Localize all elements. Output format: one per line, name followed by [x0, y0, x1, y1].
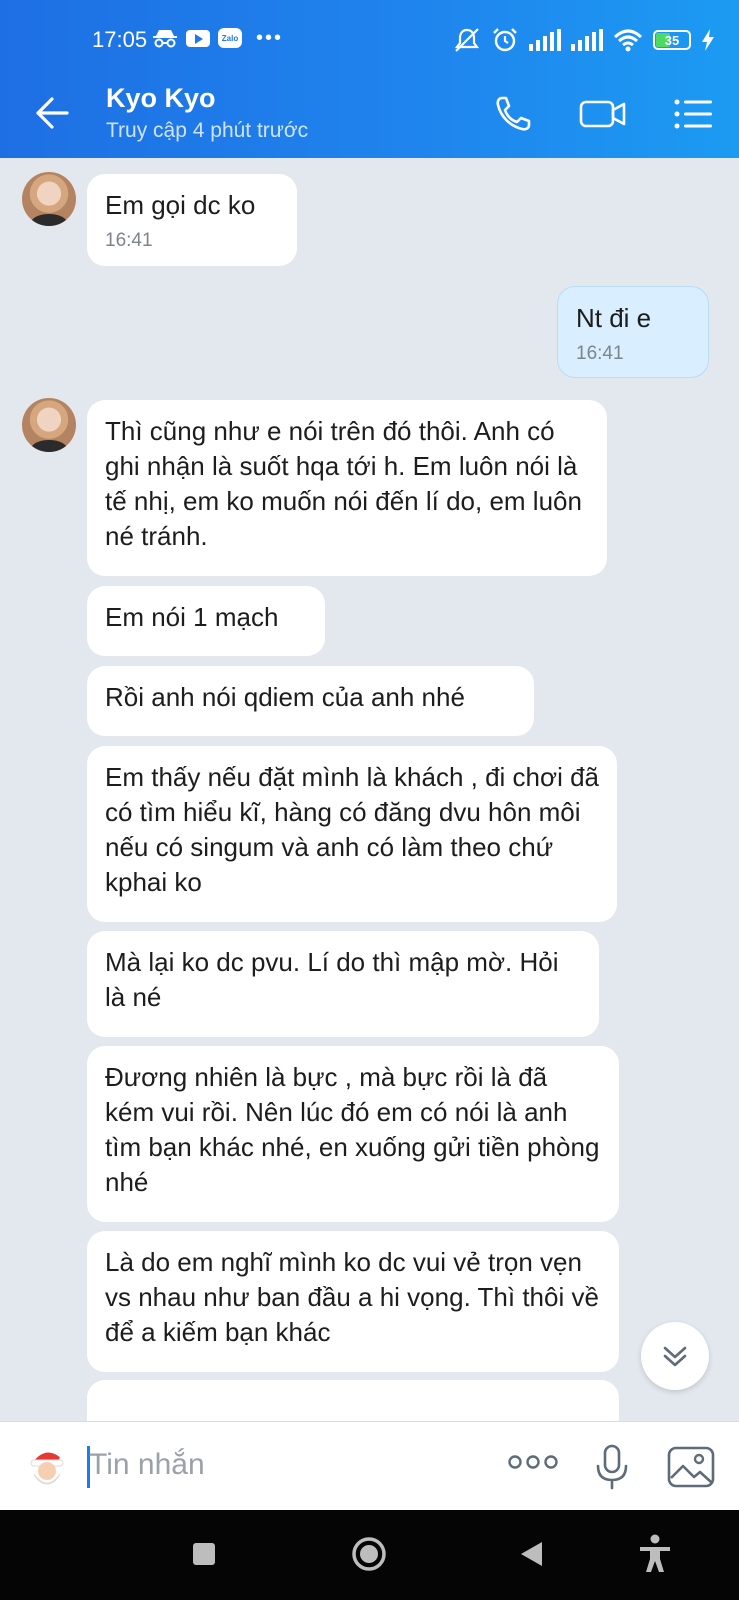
incognito-icon: [153, 30, 177, 48]
charging-icon: [702, 29, 714, 51]
accessibility-icon[interactable]: [638, 1534, 672, 1574]
chat-header: Kyo Kyo Truy cập 4 phút trước: [0, 69, 739, 158]
message-outgoing[interactable]: Nt đi e 16:41: [557, 286, 709, 378]
message-incoming-partial[interactable]: [87, 1380, 619, 1421]
battery-icon: 35: [653, 30, 691, 50]
message-text: Là do em nghĩ mình ko dc vui vẻ trọn vẹn…: [105, 1247, 599, 1347]
alarm-icon: [493, 28, 517, 52]
mic-icon[interactable]: [592, 1444, 632, 1490]
message-incoming[interactable]: Em thấy nếu đặt mình là khách , đi chơi …: [87, 746, 617, 922]
wifi-icon: [613, 29, 643, 52]
message-text: Em thấy nếu đặt mình là khách , đi chơi …: [105, 762, 599, 897]
message-time: 16:41: [576, 343, 624, 364]
message-incoming[interactable]: Rồi anh nói qdiem của anh nhé: [87, 666, 534, 736]
message-text: Em gọi dc ko: [105, 190, 256, 220]
message-text: Rồi anh nói qdiem của anh nhé: [105, 682, 465, 712]
contact-name[interactable]: Kyo Kyo: [106, 83, 216, 114]
message-incoming[interactable]: Mà lại ko dc pvu. Lí do thì mập mờ. Hỏi …: [87, 931, 599, 1037]
message-incoming[interactable]: Đương nhiên là bực , mà bực rồi là đã ké…: [87, 1046, 619, 1222]
message-incoming[interactable]: Là do em nghĩ mình ko dc vui vẻ trọn vẹn…: [87, 1231, 619, 1372]
message-text: Mà lại ko dc pvu. Lí do thì mập mờ. Hỏi …: [105, 947, 559, 1012]
chevron-double-down-icon: [663, 1346, 687, 1367]
battery-level: 35: [664, 32, 680, 48]
avatar[interactable]: [22, 398, 76, 452]
contact-last-seen: Truy cập 4 phút trước: [106, 119, 309, 142]
composer-bar: Tin nhắn: [0, 1421, 739, 1510]
message-incoming[interactable]: Em gọi dc ko 16:41: [87, 174, 297, 266]
sticker-icon[interactable]: [25, 1444, 71, 1490]
signal-icon: [571, 29, 603, 51]
system-nav-bar: [0, 1510, 739, 1600]
zalo-icon: Zalo: [218, 28, 242, 48]
recents-icon[interactable]: [192, 1542, 216, 1566]
more-notifications-icon: •••: [256, 27, 284, 49]
signal-icon: [529, 29, 561, 51]
status-bar: 17:05 Zalo ••• 35: [0, 0, 739, 69]
phone-icon[interactable]: [492, 93, 534, 135]
message-text: Nt đi e: [576, 303, 652, 333]
message-incoming[interactable]: Thì cũng như e nói trên đó thôi. Anh có …: [87, 400, 607, 576]
status-time: 17:05: [92, 27, 148, 52]
silent-icon: [454, 28, 480, 52]
gallery-icon[interactable]: [667, 1446, 715, 1488]
youtube-icon: [186, 29, 210, 47]
avatar[interactable]: [22, 172, 76, 226]
back-icon[interactable]: [518, 1540, 544, 1568]
scroll-to-bottom-button[interactable]: [641, 1322, 709, 1390]
message-text: Đương nhiên là bực , mà bực rồi là đã ké…: [105, 1062, 600, 1197]
message-time: 16:41: [105, 230, 153, 251]
message-list[interactable]: Em gọi dc ko 16:41 Nt đi e 16:41 Thì cũn…: [0, 158, 739, 1421]
message-incoming[interactable]: Em nói 1 mạch: [87, 586, 325, 656]
message-input[interactable]: Tin nhắn: [89, 1448, 205, 1482]
back-arrow-icon[interactable]: [34, 95, 70, 131]
video-call-icon[interactable]: [578, 93, 628, 135]
message-text: Em nói 1 mạch: [105, 602, 279, 632]
home-icon[interactable]: [351, 1536, 387, 1572]
more-icon[interactable]: [508, 1454, 558, 1470]
menu-list-icon[interactable]: [672, 93, 714, 135]
zalo-badge-text: Zalo: [221, 33, 239, 43]
message-text: Thì cũng như e nói trên đó thôi. Anh có …: [105, 416, 582, 551]
